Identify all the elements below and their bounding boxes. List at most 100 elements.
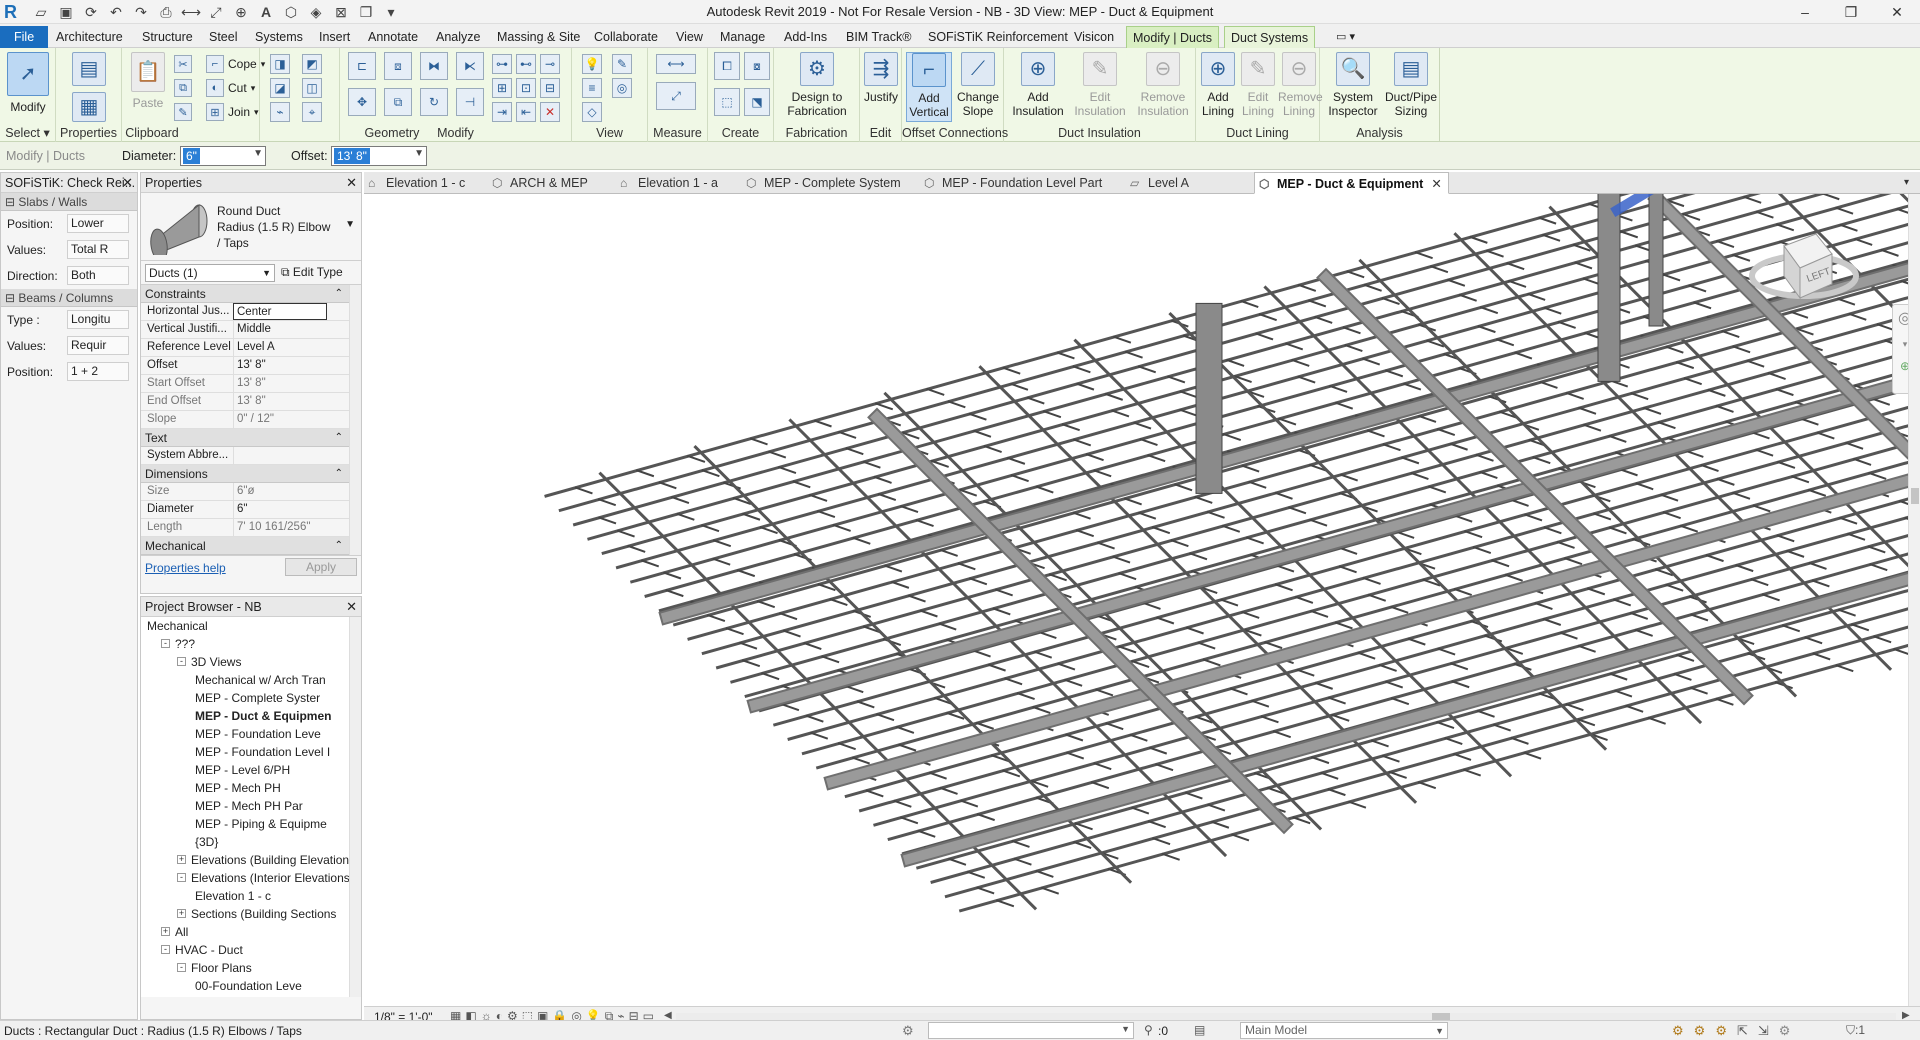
- flex-duct[interactable]: [1715, 404, 1734, 413]
- browser-item[interactable]: MEP - Duct & Equipmen: [141, 707, 361, 725]
- flex-duct[interactable]: [1065, 751, 1085, 760]
- flex-duct[interactable]: [1296, 668, 1315, 677]
- flex-duct[interactable]: [1382, 443, 1401, 452]
- flex-duct[interactable]: [1072, 511, 1091, 520]
- flex-duct[interactable]: [845, 447, 864, 456]
- flex-duct[interactable]: [1155, 616, 1175, 625]
- values-select[interactable]: Requir: [67, 336, 129, 355]
- flex-duct[interactable]: [1006, 456, 1026, 465]
- position-select[interactable]: Lower: [67, 214, 129, 233]
- flex-duct[interactable]: [1629, 611, 1649, 620]
- flex-duct[interactable]: [1665, 583, 1684, 592]
- flex-duct[interactable]: [1016, 692, 1035, 701]
- flex-duct[interactable]: [1151, 526, 1171, 535]
- flex-duct[interactable]: [1361, 357, 1381, 366]
- flex-duct[interactable]: [1543, 306, 1562, 315]
- close-hidden-icon[interactable]: ⊠: [330, 2, 352, 22]
- beams-columns-section[interactable]: ⊟ Beams / Columns: [1, 289, 137, 307]
- expand-icon[interactable]: +: [177, 909, 186, 918]
- flex-duct[interactable]: [1845, 441, 1864, 450]
- flex-duct[interactable]: [1510, 498, 1529, 507]
- main-duct-face[interactable]: [869, 410, 1292, 832]
- flex-duct[interactable]: [1446, 278, 1466, 287]
- flex-duct[interactable]: [574, 486, 593, 495]
- flex-duct[interactable]: [1454, 514, 1473, 523]
- browser-item[interactable]: MEP - Complete Syster: [141, 689, 361, 707]
- section-icon[interactable]: ◈: [305, 2, 327, 22]
- browser-item[interactable]: - Elevations (Interior Elevations: [141, 869, 361, 887]
- flex-duct[interactable]: [1800, 417, 1819, 426]
- browser-item[interactable]: MEP - Piping & Equipme: [141, 815, 361, 833]
- add-insulation-button[interactable]: ⊕ Add Insulation: [1008, 52, 1068, 118]
- flex-duct[interactable]: [1105, 722, 1124, 731]
- flex-duct[interactable]: [968, 412, 987, 421]
- flex-duct[interactable]: [598, 516, 617, 525]
- flex-duct[interactable]: [1647, 716, 1666, 725]
- flex-duct[interactable]: [1716, 239, 1735, 248]
- flex-duct[interactable]: [852, 536, 871, 545]
- flex-duct[interactable]: [1152, 837, 1171, 846]
- create-similar-icon[interactable]: ⬔: [744, 88, 770, 116]
- edit-lining-button[interactable]: ✎ Edit Lining: [1238, 52, 1278, 118]
- flex-duct[interactable]: [1476, 709, 1495, 718]
- undo-icon[interactable]: ↶: [105, 2, 127, 22]
- flex-duct[interactable]: [1679, 524, 1699, 533]
- flex-duct[interactable]: [1384, 680, 1404, 689]
- flex-duct[interactable]: [1056, 351, 1075, 360]
- flex-duct[interactable]: [1334, 401, 1354, 410]
- flex-duct[interactable]: [1732, 491, 1751, 500]
- browser-item[interactable]: - Floor Plans: [141, 959, 361, 977]
- flex-duct[interactable]: [1469, 235, 1488, 244]
- flex-duct[interactable]: [782, 629, 801, 638]
- flex-duct[interactable]: [1184, 791, 1203, 800]
- flex-duct[interactable]: [1407, 637, 1426, 646]
- flex-duct[interactable]: [1206, 803, 1226, 812]
- slabs-walls-section[interactable]: ⊟ Slabs / Walls: [1, 193, 137, 211]
- flex-duct[interactable]: [1847, 532, 1866, 541]
- flex-duct[interactable]: [1635, 482, 1654, 491]
- wall-joins-icon[interactable]: ⌖: [302, 102, 322, 122]
- flex-duct[interactable]: [1508, 279, 1527, 288]
- flex-duct[interactable]: [1129, 733, 1148, 742]
- create-parts-icon[interactable]: ⧇: [744, 52, 770, 80]
- browser-item[interactable]: MEP - Level 6/PH: [141, 761, 361, 779]
- collapse-icon[interactable]: -: [177, 657, 186, 666]
- flex-duct[interactable]: [1250, 699, 1270, 708]
- design-to-fabrication-button[interactable]: ⚙ Design to Fabrication: [778, 52, 856, 118]
- mirror-axis-icon[interactable]: ⧓: [420, 52, 448, 80]
- close-icon[interactable]: ✕: [122, 173, 133, 193]
- flex-duct[interactable]: [845, 685, 864, 694]
- tab-add-ins[interactable]: Add-Ins: [778, 26, 833, 48]
- paste-button[interactable]: 📋 Paste: [128, 52, 168, 110]
- flex-duct[interactable]: [1839, 516, 1858, 525]
- property-value[interactable]: 6": [233, 501, 327, 518]
- flex-duct[interactable]: [919, 609, 938, 618]
- flex-duct[interactable]: [1524, 513, 1543, 522]
- collapse-icon[interactable]: ⌃: [335, 465, 343, 483]
- flex-duct[interactable]: [939, 548, 958, 557]
- flex-duct[interactable]: [739, 641, 758, 650]
- flex-duct[interactable]: [1418, 414, 1437, 423]
- flex-duct[interactable]: [1532, 456, 1551, 465]
- flex-duct[interactable]: [994, 588, 1013, 597]
- main-duct[interactable]: [900, 495, 1920, 868]
- flex-duct[interactable]: [1189, 552, 1208, 561]
- flex-duct[interactable]: [1042, 410, 1062, 419]
- flex-duct[interactable]: [1542, 617, 1562, 626]
- flex-duct[interactable]: [832, 523, 851, 532]
- workset-dropdown[interactable]: ▼: [928, 1022, 1134, 1039]
- collapse-icon[interactable]: ⌃: [335, 537, 343, 555]
- customize-qat-icon[interactable]: ▾: [380, 2, 402, 22]
- flex-duct[interactable]: [1179, 390, 1198, 399]
- select-underlay-icon[interactable]: ⚙: [1694, 1023, 1706, 1039]
- flex-duct[interactable]: [975, 721, 994, 730]
- aligned-dimension-icon[interactable]: ⤢: [656, 82, 696, 110]
- create-assembly-icon[interactable]: ⧠: [714, 52, 740, 80]
- flex-duct[interactable]: [1821, 194, 1840, 201]
- flex-duct[interactable]: [687, 454, 706, 463]
- property-section[interactable]: Constraints ⌃: [141, 285, 361, 303]
- flex-duct[interactable]: [803, 641, 822, 650]
- flex-duct[interactable]: [1085, 453, 1104, 462]
- flex-duct[interactable]: [876, 713, 895, 722]
- browser-item[interactable]: MEP - Mech PH: [141, 779, 361, 797]
